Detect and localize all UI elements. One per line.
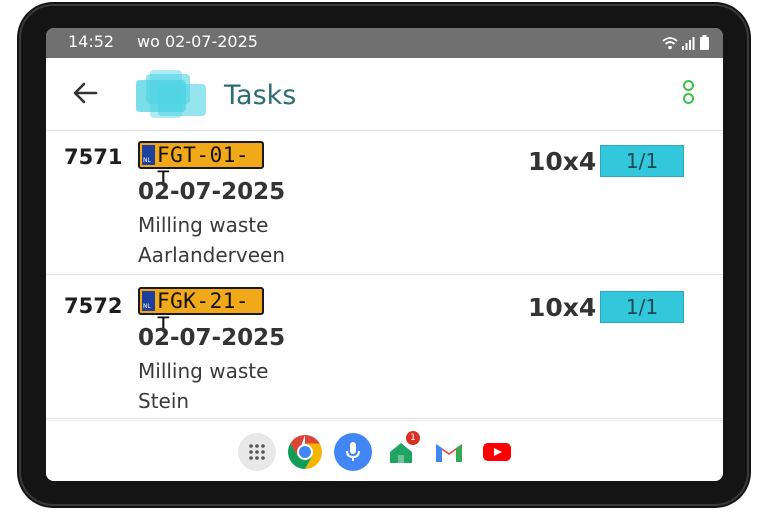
arrow-left-icon[interactable]	[70, 78, 100, 108]
page-title: Tasks	[224, 80, 297, 111]
eu-flag-icon	[142, 145, 155, 165]
license-plate: FGT-01-T	[138, 141, 264, 191]
task-date: 02-07-2025	[138, 325, 286, 351]
container-size: 10x4	[528, 293, 597, 322]
youtube-icon[interactable]	[478, 433, 516, 471]
task-type: Milling waste	[138, 359, 269, 383]
task-count-badge: 1/1	[600, 291, 684, 323]
voice-search-icon[interactable]	[334, 433, 372, 471]
app-logo-icon	[136, 70, 206, 118]
task-location: Aarlanderveen	[138, 243, 285, 267]
app-bar: Tasks	[46, 58, 723, 131]
container-size: 10x4	[528, 147, 597, 176]
app-drawer-icon[interactable]	[238, 433, 276, 471]
gmail-icon[interactable]	[430, 433, 468, 471]
task-id: 7572	[64, 294, 123, 318]
status-icons	[662, 34, 709, 50]
task-item[interactable]: 7572 FGK-21-T 02-07-2025 Milling waste S…	[46, 275, 723, 419]
task-date: 02-07-2025	[138, 179, 286, 205]
task-list: 7571 FGT-01-T 02-07-2025 Milling waste A…	[46, 131, 723, 419]
license-plate: FGK-21-T	[138, 287, 264, 337]
task-id: 7571	[64, 145, 123, 169]
task-type: Milling waste	[138, 213, 269, 237]
eu-flag-icon	[142, 291, 155, 311]
home-app-icon[interactable]: 1	[382, 431, 420, 471]
app-dock: 1	[46, 420, 723, 481]
signal-icon	[682, 37, 695, 50]
dock-apps: 1	[238, 431, 516, 471]
status-bar: 14:52 wo 02-07-2025	[46, 28, 723, 58]
notification-badge: 1	[406, 431, 420, 445]
status-date: wo 02-07-2025	[137, 32, 258, 51]
screen: 14:52 wo 02-07-2025 Tasks 7571 NL FGT-01…	[46, 28, 723, 481]
task-item[interactable]: 7571 FGT-01-T 02-07-2025 Milling waste A…	[46, 131, 723, 275]
chrome-icon[interactable]	[286, 433, 324, 471]
wifi-icon	[662, 37, 678, 50]
task-count-badge: 1/1	[600, 145, 684, 177]
task-location: Stein	[138, 389, 190, 413]
status-time: 14:52	[68, 32, 115, 51]
more-vert-icon[interactable]	[683, 80, 697, 110]
battery-icon	[700, 35, 709, 50]
